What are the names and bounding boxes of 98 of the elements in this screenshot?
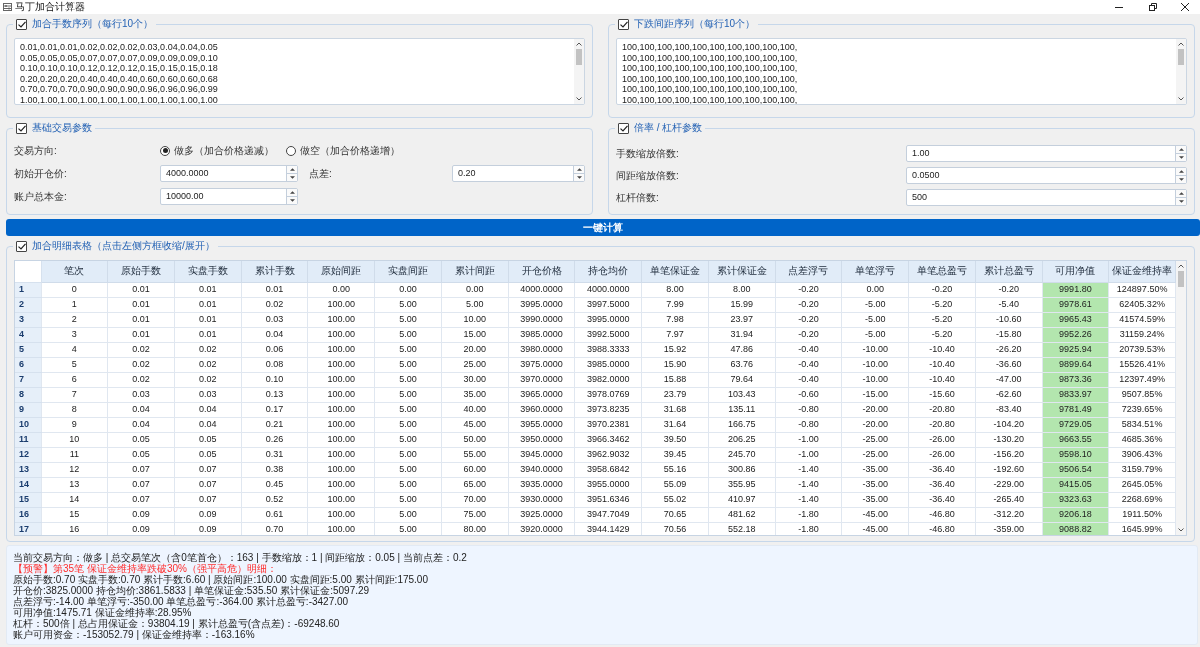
minimize-icon: [1115, 6, 1123, 8]
field-value: 1.00: [912, 148, 930, 159]
checkbox[interactable]: [16, 18, 27, 30]
column-header[interactable]: 累计手数: [241, 261, 308, 282]
calculate-button[interactable]: 一键计算: [6, 219, 1200, 236]
caret-down-icon: [289, 199, 295, 202]
spin-up-button[interactable]: [287, 166, 297, 174]
column-header[interactable]: 单笔总盈亏: [908, 261, 976, 282]
caret-up-icon: [576, 168, 582, 171]
spin-up-button[interactable]: [1176, 168, 1186, 176]
number-field[interactable]: 0.0500: [906, 167, 1187, 184]
scrollbar[interactable]: [574, 39, 584, 104]
field-value: 4000.0000: [166, 168, 209, 179]
field-label: 初始开仓价:: [14, 167, 67, 180]
column-header[interactable]: 实盘间距: [374, 261, 442, 282]
caret-up-icon: [289, 168, 295, 171]
radio-option[interactable]: 做多（加合价格递减）: [160, 144, 274, 157]
summary-line: 【预警】第35笔 保证金维持率跌破30%（强平高危）明细：: [13, 563, 277, 574]
group-title: 倍率 / 杠杆参数: [634, 122, 703, 134]
check-icon: [17, 124, 26, 132]
column-header[interactable]: 点差浮亏: [775, 261, 842, 282]
summary-line: 当前交易方向：做多 | 总交易笔次（含0笔首仓）：163 | 手数缩放：1 | 间距缩放：0.05 | 当前点差：0.2: [13, 552, 467, 563]
column-header[interactable]: 持仓均价: [574, 261, 642, 282]
spin-down-button[interactable]: [574, 174, 584, 181]
summary-line: 点差浮亏:-14.00 单笔浮亏:-350.00 单笔总盈亏:-364.00 累计总盈亏:-3427.00: [13, 596, 349, 607]
field-label: 间距缩放倍数:: [616, 169, 679, 182]
close-icon: [1181, 3, 1189, 11]
field-label: 杠杆倍数:: [616, 191, 659, 204]
spin-up-button[interactable]: [287, 189, 297, 197]
spin-up-button[interactable]: [1176, 146, 1186, 154]
caret-up-icon: [1178, 170, 1184, 173]
column-header[interactable]: 累计保证金: [708, 261, 776, 282]
column-header[interactable]: 可用净值: [1042, 261, 1109, 282]
field-label: 交易方向:: [14, 144, 57, 157]
number-field[interactable]: 10000.00: [160, 188, 298, 205]
spin-up-button[interactable]: [1176, 190, 1186, 198]
caret-up-icon: [289, 191, 295, 194]
column-header[interactable]: 笔次: [41, 261, 108, 282]
column-header[interactable]: 开仓价格: [508, 261, 575, 282]
field-label: 手数缩放倍数:: [616, 147, 679, 160]
caret-down-icon: [576, 176, 582, 179]
checkbox[interactable]: [16, 240, 27, 252]
column-header[interactable]: 累计间距: [441, 261, 509, 282]
group-title: 基础交易参数: [32, 122, 92, 134]
field-value: 500: [912, 192, 928, 203]
column-header[interactable]: 累计总盈亏: [975, 261, 1042, 282]
abacus-icon: [3, 3, 12, 11]
field-value: 10000.00: [166, 191, 204, 202]
sequence-field[interactable]: [616, 38, 1187, 105]
caret-up-icon: [1178, 192, 1184, 195]
caret-down-icon: [1178, 156, 1184, 159]
checkbox[interactable]: [16, 122, 27, 134]
check-icon: [17, 20, 26, 28]
column-header[interactable]: 原始间距: [307, 261, 375, 282]
spin-down-button[interactable]: [287, 174, 297, 181]
column-header[interactable]: 单笔保证金: [641, 261, 709, 282]
spin-down-button[interactable]: [1176, 198, 1186, 205]
window-title: 马丁加合计算器: [15, 1, 85, 13]
group-title: 加合明细表格（点击左侧方框收缩/展开）: [32, 240, 215, 252]
column-header[interactable]: 保证金维持率: [1108, 261, 1176, 282]
spin-down-button[interactable]: [287, 197, 297, 204]
spin-down-button[interactable]: [1176, 154, 1186, 161]
field-value: 0.20: [458, 168, 476, 179]
column-header[interactable]: 实盘手数: [174, 261, 242, 282]
summary-line: 可用净值:1475.71 保证金维持率:28.95%: [13, 607, 192, 618]
restore-icon: [1149, 3, 1157, 11]
summary-line: 账户可用资金：-153052.79 | 保证金维持率：-163.16%: [13, 629, 255, 640]
checkbox[interactable]: [618, 18, 629, 30]
number-field[interactable]: 0.20: [452, 165, 585, 182]
caret-down-icon: [1178, 200, 1184, 203]
scrollbar[interactable]: [1176, 261, 1186, 535]
caret-down-icon: [289, 176, 295, 179]
column-header[interactable]: 单笔浮亏: [841, 261, 909, 282]
caret-down-icon: [1178, 178, 1184, 181]
radio-option[interactable]: 做空（加合价格递增）: [286, 144, 400, 157]
summary-line: 原始手数:0.70 实盘手数:0.70 累计手数:6.60 | 原始间距:100.00 实盘间距:5.00 累计间距:175.00: [13, 574, 428, 585]
sequence-field[interactable]: [14, 38, 585, 105]
sequence-text: 100,100,100,100,100,100,100,100,100,100, 100,100,100,100,100,100,100,100,100,100, 100,100,100,100,100,100,100,100,100,100, 100,100,100,100,100,100,100,100,100,100, 100,100,100,100,100,100,100,100,100,100, 100,100,100,100,100,100,100,100,100,100,: [622, 42, 799, 104]
summary-line: 杠杆：500倍 | 总占用保证金：93804.19 | 累计总盈亏(含点差)：-69248.60: [13, 618, 340, 629]
check-icon: [619, 124, 628, 132]
number-field[interactable]: 4000.0000: [160, 165, 298, 182]
scrollbar[interactable]: [1176, 39, 1186, 104]
summary-line: 开仓价:3825.0000 持仓均价:3861.5833 | 单笔保证金:535.50 累计保证金:5097.29: [13, 585, 370, 596]
spin-down-button[interactable]: [1176, 176, 1186, 183]
group-title: 加合手数序列（每行10个）: [32, 18, 154, 30]
field-label: 账户总本金:: [14, 190, 67, 203]
spin-up-button[interactable]: [574, 166, 584, 174]
field-label: 点差:: [309, 167, 332, 180]
group-title: 下跌间距序列（每行10个）: [634, 18, 756, 30]
check-icon: [17, 242, 26, 250]
column-header[interactable]: 原始手数: [107, 261, 175, 282]
caret-up-icon: [1178, 148, 1184, 151]
sequence-text: 0.01,0.01,0.01,0.02,0.02,0.02,0.03,0.04,0.04,0.05 0.05,0.05,0.05,0.07,0.07,0.07,0.09,0.09,0.09,0.10 0.10,0.10,0.10,0.12,0.12,0.12,0.15,0.15,0.15,0.18 0.20,0.20,0.20,0.40,0.40,0.40,0.60,0.60,0.60,0.68 0.70,0.70,0.70,0.90,0.90,0.90,0.96,0.96,0.96,0.99 1.00,1.00,1.00,1.00,1.00,1.00,1.00,1.00,1.00,1.00: [20, 42, 219, 104]
field-value: 0.0500: [912, 170, 940, 181]
check-icon: [619, 20, 628, 28]
number-field[interactable]: 500: [906, 189, 1187, 206]
checkbox[interactable]: [618, 122, 629, 134]
number-field[interactable]: 1.00: [906, 145, 1187, 162]
